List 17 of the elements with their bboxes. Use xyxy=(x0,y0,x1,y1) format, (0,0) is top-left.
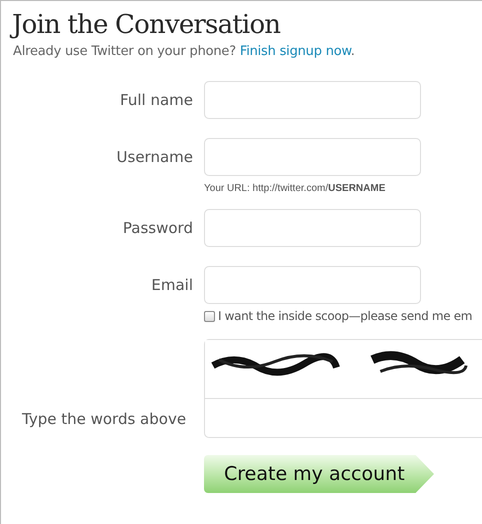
intro-text: Already use Twitter on your phone? Finish signup now. xyxy=(13,44,356,59)
field-label: Username xyxy=(116,147,193,168)
field-label: Full name xyxy=(120,90,193,111)
checkbox[interactable] xyxy=(204,310,215,322)
hint-text: Your URL: http://twitter.com/USERNAME xyxy=(204,183,386,194)
signup-link[interactable]: Finish signup now xyxy=(240,44,351,59)
field-label: Type the words above xyxy=(21,409,188,430)
create-account-button[interactable]: Create my account xyxy=(204,455,434,493)
text-field[interactable] xyxy=(204,209,421,247)
text-field[interactable] xyxy=(204,266,421,304)
text-field[interactable] xyxy=(204,138,421,176)
field-label: Email xyxy=(151,275,193,296)
page-title: Join the Conversation xyxy=(12,9,482,41)
captcha-field[interactable] xyxy=(204,339,482,438)
text-field[interactable] xyxy=(204,81,421,119)
field-label: Password xyxy=(122,218,193,239)
checkbox-label: I want the inside scoop—please send me em xyxy=(218,309,472,323)
